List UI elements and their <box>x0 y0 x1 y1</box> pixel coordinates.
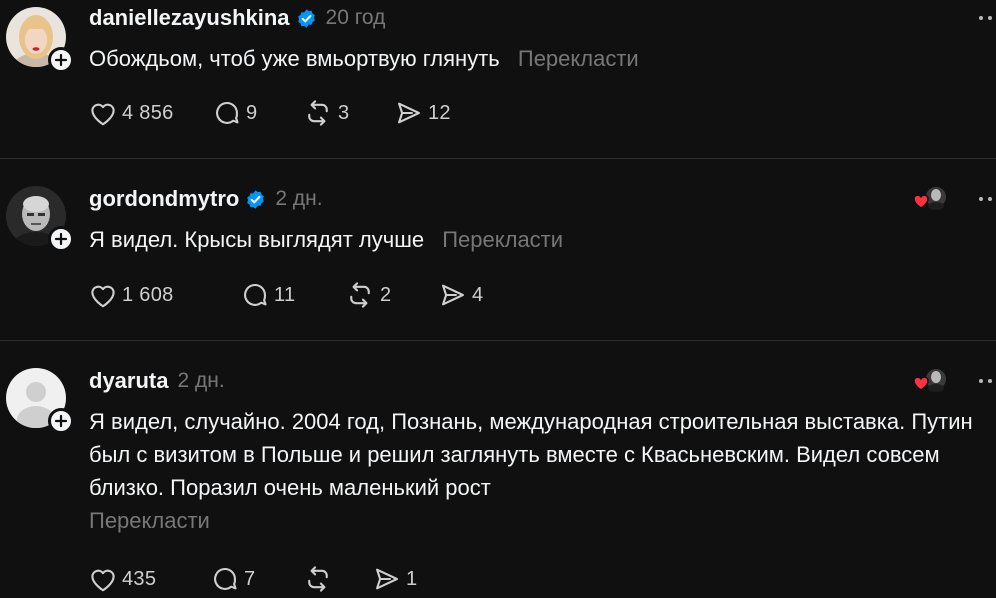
post-time: 2 дн. <box>177 369 225 392</box>
share-count: 4 <box>472 283 484 306</box>
more-icon-dot <box>988 379 992 383</box>
verified-badge-icon <box>245 189 266 210</box>
more-options-button[interactable] <box>976 187 996 211</box>
more-icon-dot <box>988 197 992 201</box>
post-text: Обождьом, чтоб уже вмьортвую глянуть <box>89 46 500 71</box>
reply-button[interactable]: 9 <box>212 98 302 128</box>
heart-icon <box>91 569 115 592</box>
post-actions: 435 7 1 <box>88 564 417 594</box>
like-button[interactable]: 435 <box>88 564 210 594</box>
post: daniellezayushkina 20 год Обождьом, чтоб… <box>0 0 996 158</box>
reply-count: 7 <box>244 567 256 590</box>
post: gordondmytro 2 дн. Я видел. Крысы выгляд… <box>0 160 996 340</box>
post-actions: 4 856 9 3 12 <box>88 98 451 128</box>
share-count: 1 <box>406 567 418 590</box>
heart-icon <box>91 285 115 308</box>
more-icon-dot <box>988 16 992 20</box>
reply-button[interactable]: 11 <box>240 280 344 310</box>
like-button[interactable]: 1 608 <box>88 280 240 310</box>
like-button[interactable]: 4 856 <box>88 98 212 128</box>
post-text-block: Я видел, случайно. 2004 год, Познань, ме… <box>89 405 975 537</box>
verified-badge-icon <box>296 8 317 29</box>
liked-by-author-indicator <box>912 184 952 212</box>
post-text-block: Обождьом, чтоб уже вмьортвую глянуть Пер… <box>89 42 979 75</box>
post-header: gordondmytro 2 дн. <box>89 185 323 213</box>
repost-icon <box>350 282 370 308</box>
more-options-button[interactable] <box>976 6 996 30</box>
translate-link[interactable]: Перекласти <box>89 508 210 533</box>
post: dyaruta 2 дн. Я видел, случайно. 2004 го… <box>0 342 996 598</box>
repost-count: 3 <box>338 101 350 124</box>
heart-icon <box>91 103 115 126</box>
more-options-button[interactable] <box>976 369 996 393</box>
repost-button[interactable]: 2 <box>344 280 438 310</box>
share-button[interactable]: 1 <box>372 564 417 594</box>
plus-icon <box>54 53 68 67</box>
post-text: Я видел, случайно. 2004 год, Познань, ме… <box>89 409 973 500</box>
avatar-wrap <box>6 186 74 252</box>
avatar-wrap <box>6 7 74 73</box>
follow-button[interactable] <box>48 226 74 252</box>
comment-icon <box>244 283 267 306</box>
send-icon <box>442 284 464 306</box>
post-actions: 1 608 11 2 4 <box>88 280 483 310</box>
post-time: 2 дн. <box>275 187 323 210</box>
more-icon <box>979 197 983 201</box>
more-icon <box>979 16 983 20</box>
username[interactable]: daniellezayushkina <box>89 5 290 31</box>
repost-icon <box>308 100 328 126</box>
post-header: dyaruta 2 дн. <box>89 367 225 395</box>
translate-link[interactable]: Перекласти <box>442 227 563 252</box>
divider <box>0 340 996 341</box>
like-count: 435 <box>122 567 157 590</box>
comment-icon <box>214 567 237 590</box>
comment-icon <box>216 101 239 124</box>
liked-by-avatar-icon <box>913 367 948 392</box>
divider <box>0 158 996 159</box>
avatar-wrap <box>6 368 74 434</box>
follow-button[interactable] <box>48 408 74 434</box>
reply-count: 11 <box>274 283 296 306</box>
reply-count: 9 <box>246 101 258 124</box>
share-button[interactable]: 4 <box>438 280 483 310</box>
plus-icon <box>54 414 68 428</box>
more-icon <box>979 379 983 383</box>
send-icon <box>376 568 398 590</box>
repost-button[interactable]: 3 <box>302 98 394 128</box>
share-button[interactable]: 12 <box>394 98 451 128</box>
post-header: daniellezayushkina 20 год <box>89 4 385 32</box>
like-count: 1 608 <box>122 283 174 306</box>
liked-by-author-indicator <box>912 366 952 394</box>
post-text: Я видел. Крысы выглядят лучше <box>89 227 425 252</box>
follow-button[interactable] <box>48 47 74 73</box>
username[interactable]: gordondmytro <box>89 186 239 212</box>
repost-count: 2 <box>380 283 392 306</box>
share-count: 12 <box>428 101 451 124</box>
repost-button[interactable] <box>302 564 372 594</box>
username[interactable]: dyaruta <box>89 368 168 394</box>
post-time: 20 год <box>325 6 386 29</box>
liked-by-avatar-icon <box>913 185 948 210</box>
reply-button[interactable]: 7 <box>210 564 302 594</box>
repost-icon <box>308 566 328 592</box>
like-count: 4 856 <box>122 101 174 124</box>
post-text-block: Я видел. Крысы выглядят лучше Перекласти <box>89 223 979 256</box>
plus-icon <box>54 232 68 246</box>
send-icon <box>398 102 420 124</box>
translate-link[interactable]: Перекласти <box>518 46 639 71</box>
